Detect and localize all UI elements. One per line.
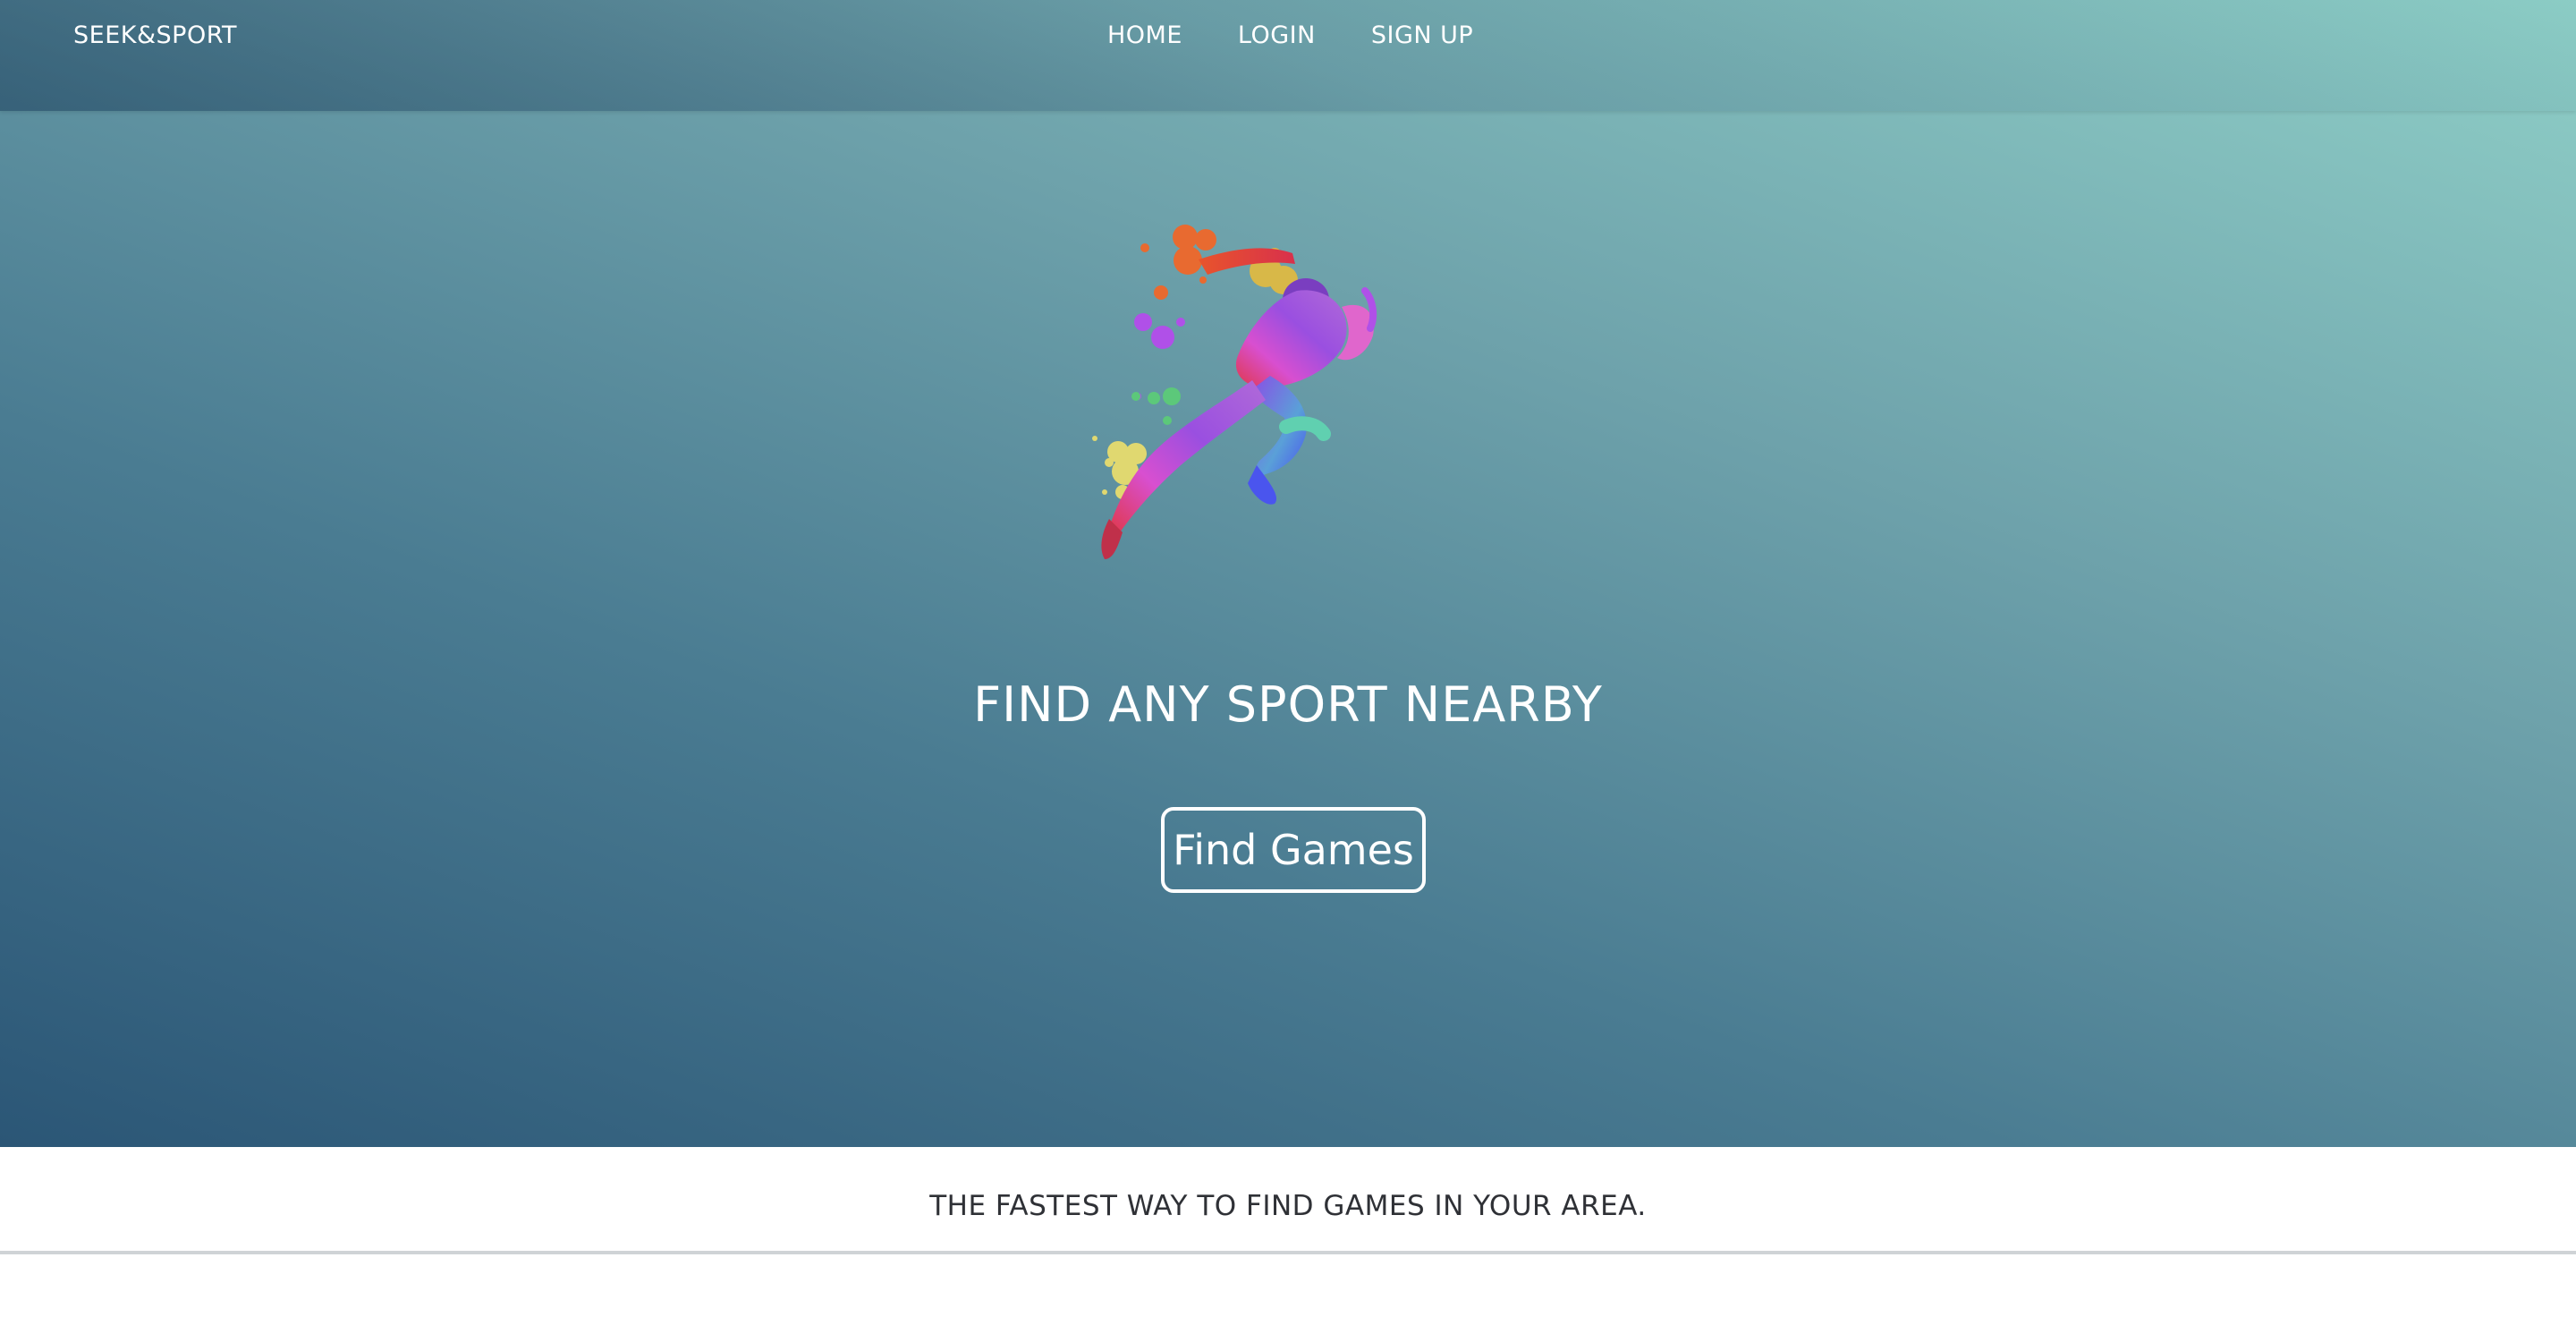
find-games-button[interactable]: Find Games	[1161, 807, 1426, 893]
hero-section: SEEK&SPORT HOME LOGIN SIGN UP FIND ANY S…	[0, 0, 2576, 1147]
tagline-section: THE FASTEST WAY TO FIND GAMES IN YOUR AR…	[0, 1147, 2576, 1254]
nav-signup-link[interactable]: SIGN UP	[1371, 21, 1473, 49]
nav-links: HOME LOGIN SIGN UP	[1107, 21, 1473, 49]
nav-login-link[interactable]: LOGIN	[1238, 21, 1316, 49]
nav-home-link[interactable]: HOME	[1107, 21, 1182, 49]
navbar: SEEK&SPORT HOME LOGIN SIGN UP	[0, 0, 2576, 111]
page: SEEK&SPORT HOME LOGIN SIGN UP FIND ANY S…	[0, 0, 2576, 1317]
cta-container: Find Games	[0, 807, 2576, 893]
tagline-text: THE FASTEST WAY TO FIND GAMES IN YOUR AR…	[929, 1190, 1647, 1222]
sprinter-illustration-icon	[1092, 225, 1377, 559]
brand-logo-link[interactable]: SEEK&SPORT	[73, 21, 237, 49]
hero-headline: FIND ANY SPORT NEARBY	[973, 676, 1603, 733]
